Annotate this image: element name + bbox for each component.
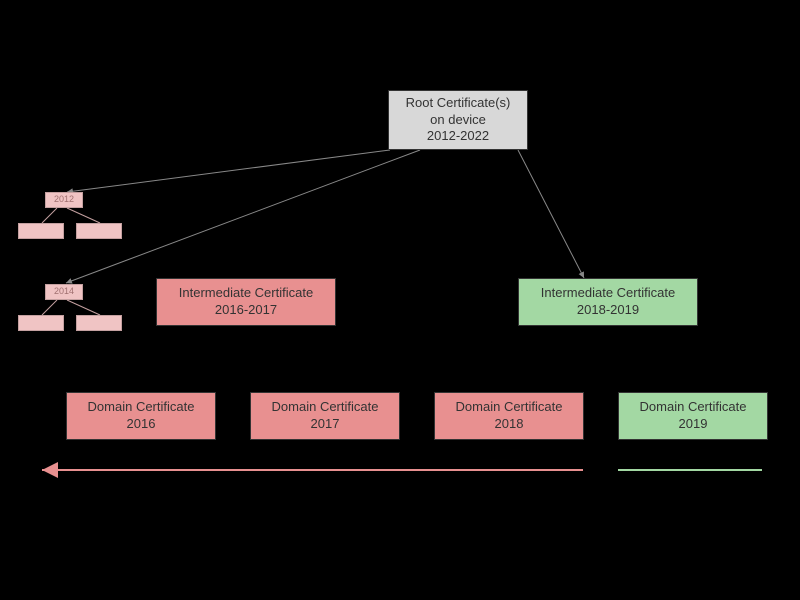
root-line1: Root Certificate(s): [406, 95, 511, 110]
intermediate-cert-2016-2017: Intermediate Certificate 2016-2017: [156, 278, 336, 326]
faded-blank-2014-left: [18, 315, 64, 331]
domain-cert-2019: Domain Certificate 2019: [618, 392, 768, 440]
root-certificate-box: Root Certificate(s) on device 2012-2022: [388, 90, 528, 150]
domain-cert-2016: Domain Certificate 2016: [66, 392, 216, 440]
faded-blank-2012-right: [76, 223, 122, 239]
domain-cert-2018: Domain Certificate 2018: [434, 392, 584, 440]
faded-blank-2012-left: [18, 223, 64, 239]
root-line3: 2012-2022: [427, 128, 489, 143]
faded-year-2014: 2014: [45, 284, 83, 300]
intermediate-cert-2018-2019: Intermediate Certificate 2018-2019: [518, 278, 698, 326]
faded-year-2012: 2012: [45, 192, 83, 208]
faded-blank-2014-right: [76, 315, 122, 331]
domain-cert-2017: Domain Certificate 2017: [250, 392, 400, 440]
root-line2: on device: [430, 112, 486, 127]
